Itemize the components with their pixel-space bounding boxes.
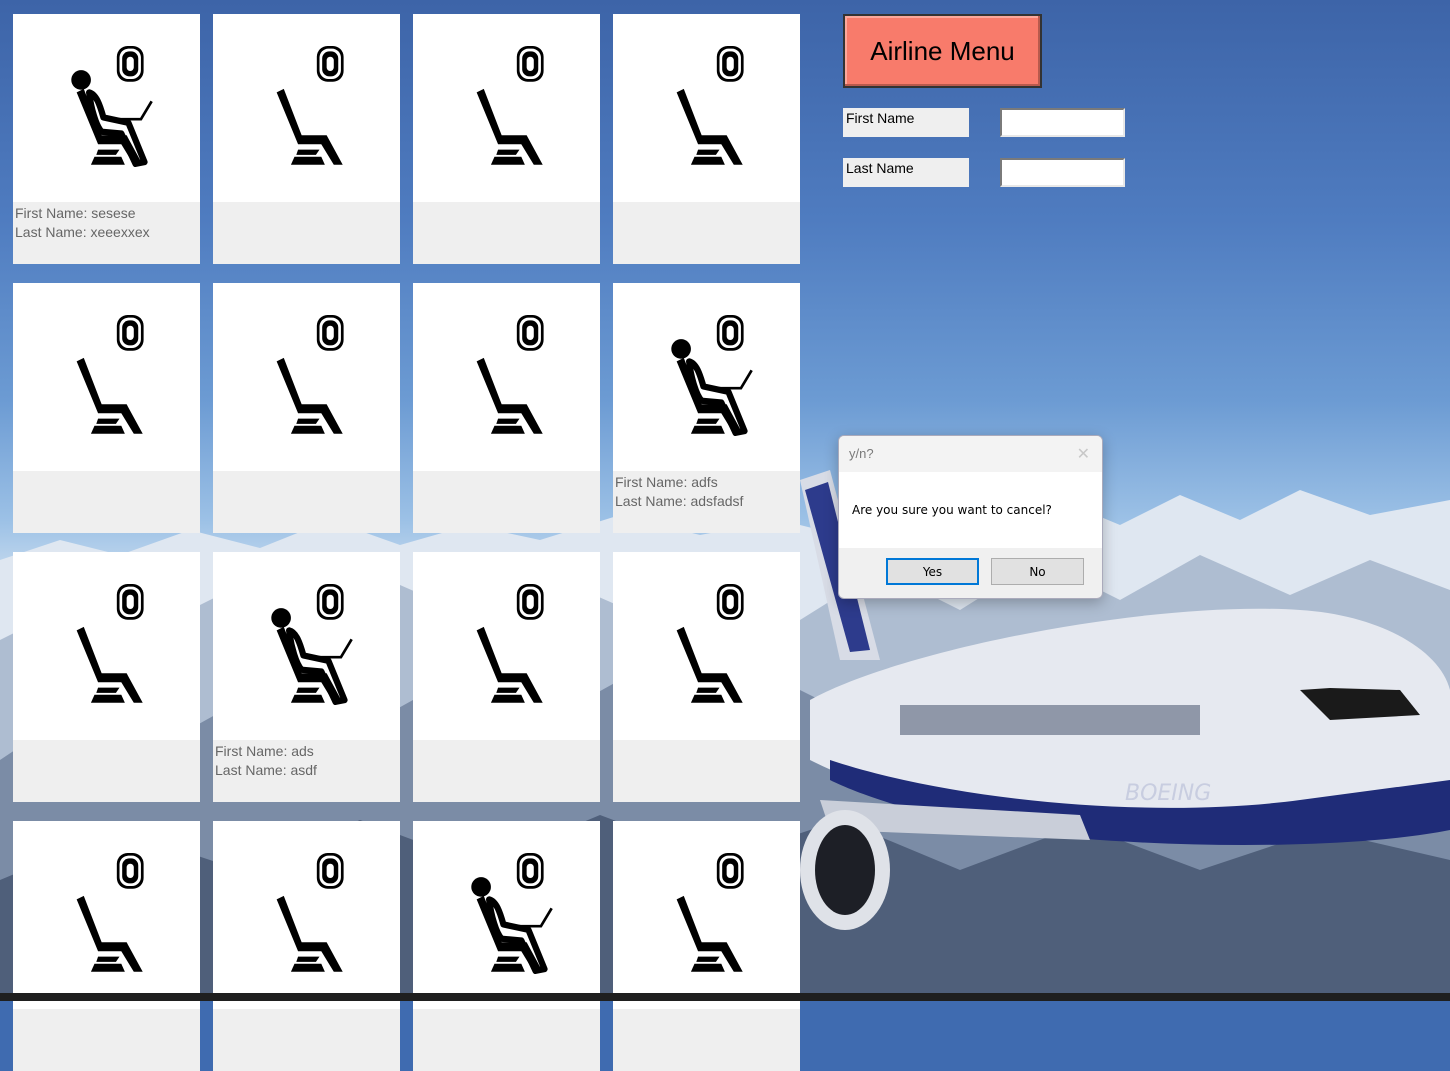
- passenger-first-name: First Name: sesese: [15, 205, 136, 221]
- seat-button-empty[interactable]: [213, 283, 400, 471]
- empty-seat-icon: [676, 853, 744, 972]
- empty-seat-icon: [76, 853, 144, 972]
- no-button[interactable]: No: [991, 558, 1084, 585]
- seat-button-empty[interactable]: [13, 283, 200, 471]
- close-icon[interactable]: ✕: [1077, 444, 1090, 463]
- empty-seat-icon: [476, 315, 544, 434]
- seat-card[interactable]: [13, 821, 200, 1071]
- passenger-info: [213, 202, 400, 264]
- passenger-last-name: Last Name: adsfadsf: [615, 493, 744, 509]
- seat-card[interactable]: [413, 14, 600, 264]
- passenger-first-name: First Name: adfs: [615, 474, 718, 490]
- seat-button-occupied[interactable]: [613, 283, 800, 471]
- confirm-dialog: y/n? ✕ Are you sure you want to cancel? …: [838, 435, 1103, 599]
- last-name-input[interactable]: [1000, 158, 1125, 187]
- passenger-info: [13, 471, 200, 533]
- empty-seat-icon: [476, 46, 544, 165]
- passenger-last-name: Last Name: xeeexxex: [15, 224, 150, 240]
- occupied-seat-icon: [271, 584, 353, 705]
- seat-card[interactable]: [13, 552, 200, 802]
- dialog-body: Are you sure you want to cancel?: [839, 472, 1102, 548]
- passenger-info: [213, 471, 400, 533]
- passenger-info: First Name: adfs Last Name: adsfadsf: [613, 471, 800, 533]
- first-name-input[interactable]: [1000, 108, 1125, 137]
- passenger-info: [413, 202, 600, 264]
- seat-button-empty[interactable]: [413, 14, 600, 202]
- taskbar-edge: [0, 993, 1450, 1001]
- passenger-info: [413, 1009, 600, 1071]
- seat-button-empty[interactable]: [213, 821, 400, 1009]
- passenger-last-name: Last Name: asdf: [215, 762, 317, 778]
- empty-seat-icon: [276, 315, 344, 434]
- passenger-info: [613, 740, 800, 802]
- seat-card[interactable]: [413, 552, 600, 802]
- passenger-info: [13, 740, 200, 802]
- last-name-label: Last Name: [843, 158, 969, 187]
- seat-button-empty[interactable]: [13, 821, 200, 1009]
- dialog-title-bar[interactable]: y/n? ✕: [839, 436, 1102, 472]
- seat-card[interactable]: [13, 283, 200, 533]
- passenger-info: [613, 202, 800, 264]
- seat-button-empty[interactable]: [613, 14, 800, 202]
- seat-card[interactable]: [413, 821, 600, 1071]
- seat-button-empty[interactable]: [413, 552, 600, 740]
- seat-button-occupied[interactable]: [13, 14, 200, 202]
- seat-button-occupied[interactable]: [413, 821, 600, 1009]
- seat-card[interactable]: First Name: adfs Last Name: adsfadsf: [613, 283, 800, 533]
- occupied-seat-icon: [671, 315, 753, 436]
- airline-menu-button[interactable]: Airline Menu: [843, 14, 1042, 88]
- passenger-info: [13, 1009, 200, 1071]
- seat-button-empty[interactable]: [613, 821, 800, 1009]
- seat-card[interactable]: First Name: sesese Last Name: xeeexxex: [13, 14, 200, 264]
- seat-button-occupied[interactable]: [213, 552, 400, 740]
- svg-text:BOEING: BOEING: [1125, 781, 1211, 806]
- empty-seat-icon: [476, 584, 544, 703]
- first-name-label: First Name: [843, 108, 969, 137]
- passenger-info: First Name: ads Last Name: asdf: [213, 740, 400, 802]
- passenger-info: [613, 1009, 800, 1071]
- seat-button-empty[interactable]: [13, 552, 200, 740]
- passenger-info: [413, 471, 600, 533]
- yes-button[interactable]: Yes: [886, 558, 979, 585]
- passenger-info: [213, 1009, 400, 1071]
- seat-card[interactable]: [613, 821, 800, 1071]
- seat-button-empty[interactable]: [213, 14, 400, 202]
- dialog-title: y/n?: [849, 446, 874, 461]
- empty-seat-icon: [676, 46, 744, 165]
- occupied-seat-icon: [471, 853, 553, 974]
- empty-seat-icon: [76, 315, 144, 434]
- empty-seat-icon: [276, 853, 344, 972]
- seat-card[interactable]: [613, 552, 800, 802]
- passenger-first-name: First Name: ads: [215, 743, 314, 759]
- empty-seat-icon: [76, 584, 144, 703]
- seat-card[interactable]: [213, 821, 400, 1071]
- seat-card[interactable]: [213, 283, 400, 533]
- seat-card[interactable]: First Name: ads Last Name: asdf: [213, 552, 400, 802]
- seat-card[interactable]: [413, 283, 600, 533]
- occupied-seat-icon: [71, 46, 153, 167]
- seat-button-empty[interactable]: [413, 283, 600, 471]
- passenger-info: [413, 740, 600, 802]
- empty-seat-icon: [276, 46, 344, 165]
- seat-button-empty[interactable]: [613, 552, 800, 740]
- seat-card[interactable]: [613, 14, 800, 264]
- empty-seat-icon: [676, 584, 744, 703]
- seat-card[interactable]: [213, 14, 400, 264]
- dialog-message: Are you sure you want to cancel?: [852, 503, 1052, 517]
- passenger-info: First Name: sesese Last Name: xeeexxex: [13, 202, 200, 264]
